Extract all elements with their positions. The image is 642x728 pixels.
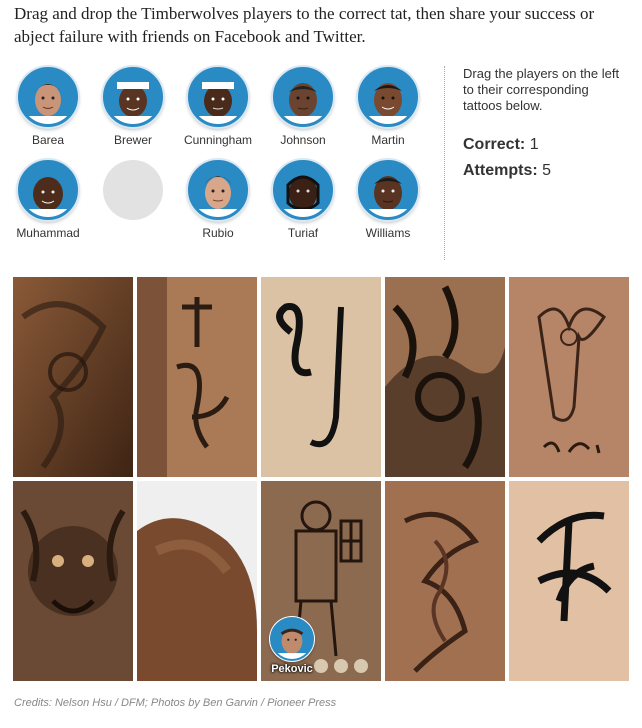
player-name: Johnson (280, 133, 326, 147)
tattoo-tile-4[interactable] (385, 277, 505, 477)
attempts-score: Attempts: 5 (463, 162, 551, 180)
player-avatar[interactable] (358, 160, 418, 220)
player-turiaf[interactable]: Turiaf (258, 160, 348, 240)
player-name: Muhammad (16, 226, 80, 240)
empty-player-slot (103, 160, 163, 220)
tattoo-tile-7[interactable] (137, 481, 257, 681)
tattoo-tile-6[interactable] (13, 481, 133, 681)
player-avatar[interactable] (103, 67, 163, 127)
player-brewer[interactable]: Brewer (88, 67, 178, 147)
player-name: Rubio (202, 226, 234, 240)
tattoo-tile-3[interactable] (261, 277, 381, 477)
divider (444, 66, 445, 260)
player-muhammad[interactable]: Muhammad (3, 160, 93, 240)
player-rubio[interactable]: Rubio (173, 160, 263, 240)
correct-score: Correct: 1 (463, 136, 539, 154)
instructions-text: Drag the players on the left to their co… (463, 66, 620, 113)
player-name: Barea (31, 133, 65, 147)
player-johnson[interactable]: Johnson (258, 67, 348, 147)
player-name: Cunningham (183, 133, 253, 147)
player-avatar[interactable] (273, 160, 333, 220)
player-name: Williams (365, 226, 411, 240)
tattoo-tile-2[interactable] (137, 277, 257, 477)
attempts-value: 5 (542, 162, 552, 179)
player-williams[interactable]: Williams (343, 160, 433, 240)
placed-player-token[interactable]: Pekovic (267, 617, 317, 675)
player-avatar[interactable] (18, 67, 78, 127)
player-avatar[interactable] (188, 160, 248, 220)
player-avatar[interactable] (358, 67, 418, 127)
player-name: Martin (371, 133, 405, 147)
tattoo-tile-5[interactable] (509, 277, 629, 477)
player-martin[interactable]: Martin (343, 67, 433, 147)
player-avatar[interactable] (273, 67, 333, 127)
player-avatar[interactable] (188, 67, 248, 127)
player-avatar-pekovic[interactable] (270, 617, 314, 661)
player-barea[interactable]: Barea (3, 67, 93, 147)
player-avatar[interactable] (18, 160, 78, 220)
player-slot-empty (88, 160, 178, 226)
player-name: Brewer (113, 133, 152, 147)
tattoo-tile-1[interactable] (13, 277, 133, 477)
correct-value: 1 (529, 136, 539, 153)
tattoo-tile-9[interactable] (385, 481, 505, 681)
player-name: Turiaf (287, 226, 319, 240)
correct-label: Correct: (463, 136, 526, 153)
tattoo-tile-10[interactable] (509, 481, 629, 681)
intro-text: Drag and drop the Timberwolves players t… (14, 4, 595, 46)
player-cunningham[interactable]: Cunningham (173, 67, 263, 147)
photo-credits: Credits: Nelson Hsu / DFM; Photos by Ben… (14, 697, 337, 709)
attempts-label: Attempts: (463, 162, 538, 179)
placed-player-name: Pekovic (271, 663, 313, 675)
tattoo-tile-8[interactable]: Pekovic (261, 481, 381, 681)
